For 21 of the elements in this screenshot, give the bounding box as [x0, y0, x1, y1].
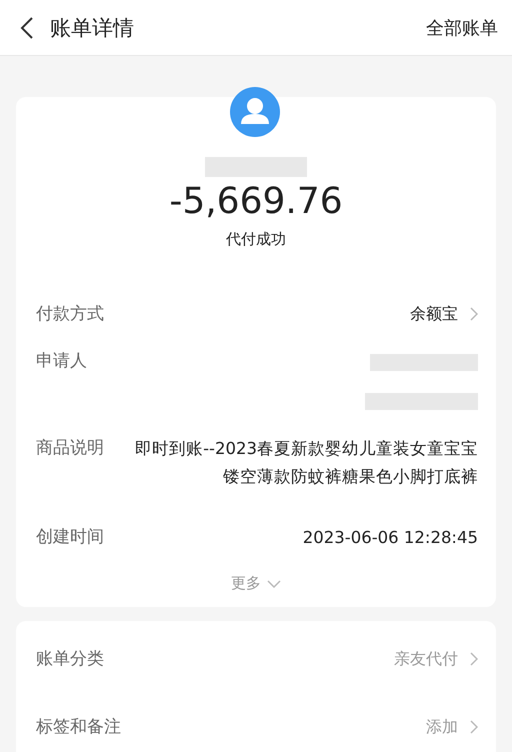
detail-label: 创建时间	[36, 526, 104, 549]
detail-label: 付款方式	[36, 303, 104, 326]
option-link[interactable]: 亲友代付	[394, 646, 478, 672]
page-title: 账单详情	[50, 14, 134, 42]
payment-method-link[interactable]: 余额宝	[410, 301, 478, 327]
option-label: 账单分类	[36, 648, 104, 671]
status-text: 代付成功	[226, 230, 286, 249]
chevron-icon	[470, 652, 478, 666]
chevron-down-icon	[267, 580, 281, 588]
amount: -5,669.76	[169, 181, 343, 222]
detail-value: 2023-06-06 12:28:45	[302, 527, 478, 549]
option-label: 标签和备注	[36, 716, 121, 739]
detail-label: 商品说明	[36, 437, 104, 460]
detail-label: 申请人	[36, 350, 87, 373]
back-icon	[20, 16, 34, 40]
more-button[interactable]: 更多	[231, 574, 281, 593]
option-link[interactable]: 添加	[426, 714, 478, 740]
all-bills-link[interactable]: 全部账单	[426, 16, 498, 40]
chevron-icon	[470, 307, 478, 321]
chevron-icon	[470, 720, 478, 734]
detail-value: 即时到账--2023春夏新款婴幼儿童装女童宝宝镂空薄款防蚊裤糖果色小脚打底裤	[134, 438, 478, 488]
